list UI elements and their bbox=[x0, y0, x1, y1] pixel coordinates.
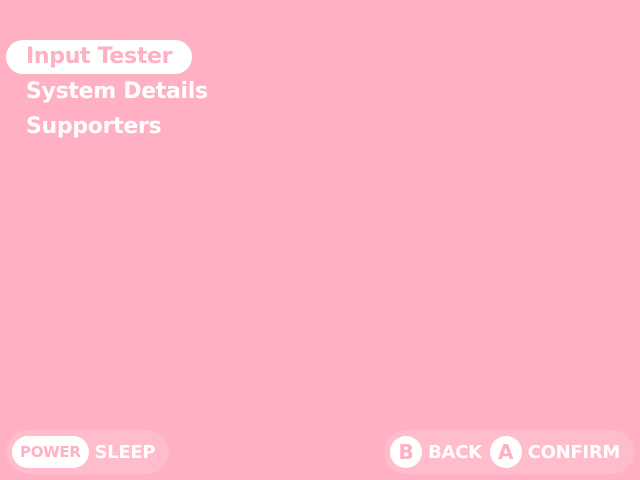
menu-item-supporters[interactable]: Supporters bbox=[6, 109, 228, 144]
nav-hints: B BACK A CONFIRM bbox=[384, 430, 634, 474]
sleep-label: SLEEP bbox=[94, 441, 156, 463]
sleep-hint: POWER SLEEP bbox=[6, 430, 170, 474]
b-button-icon[interactable]: B bbox=[390, 436, 423, 468]
back-label: BACK bbox=[428, 441, 482, 463]
confirm-label: CONFIRM bbox=[527, 441, 621, 463]
power-button-badge: POWER bbox=[12, 436, 89, 468]
a-button-icon[interactable]: A bbox=[489, 436, 522, 468]
menu-item-input-tester[interactable]: Input Tester bbox=[6, 40, 193, 74]
menu-item-system-details[interactable]: System Details bbox=[6, 74, 228, 109]
main-menu: Input Tester System Details Supporters bbox=[6, 40, 228, 144]
